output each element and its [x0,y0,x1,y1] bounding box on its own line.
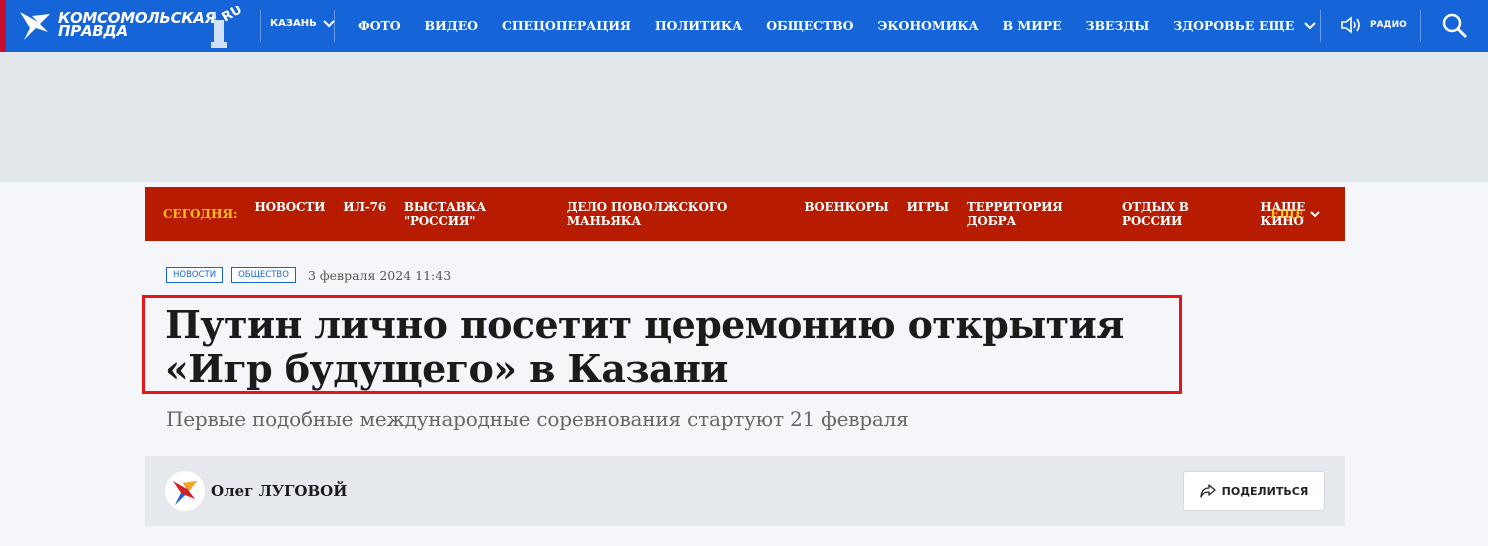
section-item-war-correspondents[interactable]: ВОЕНКОРЫ [804,200,888,228]
nav-item-society[interactable]: ОБЩЕСТВО [766,18,853,33]
author-bar: Олег ЛУГОВОЙ ПОДЕЛИТЬСЯ [145,456,1345,526]
radio-button[interactable]: РАДИО [1340,15,1407,35]
chevron-down-icon [1304,21,1316,29]
header-divider [260,10,261,42]
main-nav: ФОТО ВИДЕО СПЕЦОПЕРАЦИЯ ПОЛИТИКА ОБЩЕСТВ… [358,18,1254,33]
article-title: Путин лично посетит церемонию открытия «… [165,302,1124,391]
tag-news[interactable]: НОВОСТИ [166,267,224,283]
section-more-label: ЕЩЕ [1270,207,1304,221]
nav-item-world[interactable]: В МИРЕ [1003,18,1062,33]
nav-more-label: ЕЩЕ [1259,18,1295,33]
bird-logo-icon [20,12,50,40]
article-lead: Первые подобные международные соревнован… [166,407,909,431]
section-item-territory-of-good[interactable]: ТЕРРИТОРИЯ ДОБРА [967,200,1104,228]
section-item-travel-russia[interactable]: ОТДЫХ В РОССИИ [1122,200,1242,228]
section-more-button[interactable]: ЕЩЕ [1270,207,1320,221]
section-item-il76[interactable]: ИЛ-76 [343,200,386,228]
search-icon[interactable] [1442,13,1468,39]
publish-date: 3 февраля 2024 11:43 [307,267,452,283]
nav-more-button[interactable]: ЕЩЕ [1259,18,1316,33]
city-label: КАЗАНЬ [270,18,317,29]
today-label: СЕГОДНЯ: [163,207,238,221]
header-divider [334,10,335,42]
tag-society[interactable]: ОБЩЕСТВО [231,267,296,283]
chevron-down-icon [323,19,335,27]
site-logo[interactable]: КОМСОМОЛЬСКАЯ ПРАВДА RU [18,6,242,48]
nav-item-video[interactable]: ВИДЕО [425,18,479,33]
section-nav-items: НОВОСТИ ИЛ-76 ВЫСТАВКА "РОССИЯ" ДЕЛО ПОВ… [254,200,1345,228]
radio-label: РАДИО [1370,20,1407,30]
share-label: ПОДЕЛИТЬСЯ [1221,484,1309,498]
ru-badge-icon: RU [210,6,242,48]
author-name[interactable]: Олег ЛУГОВОЙ [211,482,347,500]
nav-item-economy[interactable]: ЭКОНОМИКА [877,18,978,33]
bird-logo-icon [173,481,197,505]
nav-item-health[interactable]: ЗДОРОВЬЕ [1173,18,1254,33]
section-item-news[interactable]: НОВОСТИ [254,200,325,228]
article-meta: НОВОСТИ ОБЩЕСТВО 3 февраля 2024 11:43 [166,267,451,283]
ad-banner [0,52,1488,182]
share-button[interactable]: ПОДЕЛИТЬСЯ [1183,471,1325,511]
avatar[interactable] [165,471,205,511]
chevron-down-icon [1310,210,1320,217]
logo-text: КОМСОМОЛЬСКАЯ ПРАВДА [58,9,216,40]
section-nav: СЕГОДНЯ: НОВОСТИ ИЛ-76 ВЫСТАВКА "РОССИЯ"… [145,187,1345,241]
nav-item-politics[interactable]: ПОЛИТИКА [655,18,743,33]
share-icon [1200,484,1216,498]
section-item-maniac-case[interactable]: ДЕЛО ПОВОЛЖСКОГО МАНЬЯКА [567,200,786,228]
nav-item-photo[interactable]: ФОТО [358,18,401,33]
top-header: КОМСОМОЛЬСКАЯ ПРАВДА RU КАЗАНЬ ФОТО ВИДЕ… [0,0,1488,52]
speaker-icon [1341,16,1360,34]
section-item-games[interactable]: ИГРЫ [907,200,949,228]
nav-item-special-operation[interactable]: СПЕЦОПЕРАЦИЯ [502,18,631,33]
brand-stripe [0,0,6,52]
nav-item-stars[interactable]: ЗВЕЗДЫ [1086,18,1150,33]
header-divider [1420,10,1421,42]
header-divider [1320,10,1321,42]
city-selector[interactable]: КАЗАНЬ [270,18,335,29]
section-item-exhibition[interactable]: ВЫСТАВКА "РОССИЯ" [404,200,549,228]
